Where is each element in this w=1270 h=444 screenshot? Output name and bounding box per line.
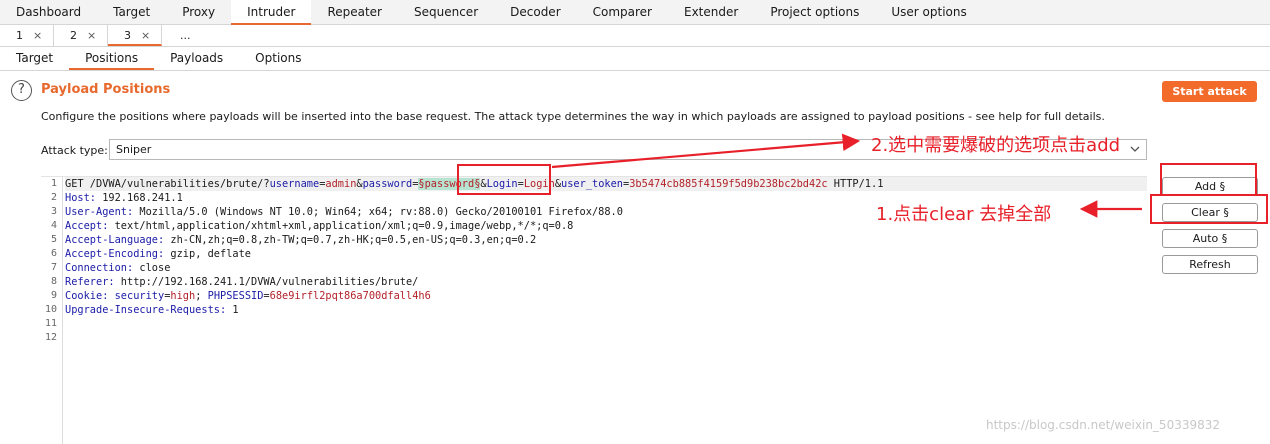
line-number: 12 — [44, 332, 57, 343]
line-number: 4 — [50, 220, 57, 231]
line-number: 5 — [50, 234, 57, 245]
tab-project-options[interactable]: Project options — [754, 0, 875, 25]
http-version: HTTP/1.1 — [827, 178, 884, 190]
header-name: Upgrade-Insecure-Requests: — [65, 304, 227, 316]
header-name: User-Agent: — [65, 206, 134, 218]
attack-type-label: Attack type: — [41, 144, 108, 157]
param-name: user_token — [561, 178, 624, 190]
header-value: Mozilla/5.0 (Windows NT 10.0; Win64; x64… — [133, 206, 623, 218]
close-icon[interactable]: × — [33, 29, 42, 42]
header-name: Accept-Language: — [65, 234, 165, 246]
line-number: 7 — [50, 262, 57, 273]
line-number: 3 — [50, 206, 57, 217]
empty-line — [65, 317, 1147, 331]
param-value: admin — [325, 178, 357, 190]
header-line: Accept-Encoding: gzip, deflate — [65, 247, 1147, 261]
header-line: Upgrade-Insecure-Requests: 1 — [65, 303, 1147, 317]
header-value: 192.168.241.1 — [96, 192, 183, 204]
param-name: password — [362, 178, 413, 190]
tab-repeater[interactable]: Repeater — [311, 0, 398, 25]
header-value: http://192.168.241.1/DVWA/vulnerabilitie… — [114, 276, 419, 288]
request-line: GET /DVWA/vulnerabilities/brute/?usernam… — [65, 177, 1147, 191]
attack-tab-3[interactable]: 3 × — [108, 25, 162, 46]
chevron-down-icon — [1130, 140, 1140, 166]
header-line: Connection: close — [65, 261, 1147, 275]
watermark: https://blog.csdn.net/weixin_50339832 — [986, 418, 1221, 432]
header-name: Connection: — [65, 262, 134, 274]
header-name: Cookie: — [65, 290, 109, 302]
clear-markers-button[interactable]: Clear § — [1162, 203, 1258, 222]
attack-tab-label: 1 — [16, 29, 23, 42]
empty-line — [65, 331, 1147, 345]
cookie-name: PHPSESSID — [207, 290, 264, 302]
annotation-step1: 1.点击clear 去掉全部 — [876, 204, 1052, 225]
attack-tab-1[interactable]: 1 × — [0, 25, 54, 46]
line-number: 11 — [44, 318, 57, 329]
param-name: Login — [486, 178, 518, 190]
line-number: 1 — [50, 178, 57, 189]
header-value: text/html,application/xhtml+xml,applicat… — [108, 220, 574, 232]
attack-tab-label: 3 — [124, 29, 131, 42]
tab-user-options[interactable]: User options — [875, 0, 982, 25]
header-name: Accept-Encoding: — [65, 248, 165, 260]
header-value: close — [133, 262, 171, 274]
header-value: 1 — [226, 304, 239, 316]
cookie-value: 68e9irfl2pqt86a700dfall4h6 — [269, 290, 431, 302]
attack-tab-bar: 1 × 2 × 3 × ... — [0, 25, 1270, 47]
header-value: gzip, deflate — [164, 248, 251, 260]
line-number: 10 — [44, 304, 57, 315]
tab-proxy[interactable]: Proxy — [166, 0, 231, 25]
tab-extender[interactable]: Extender — [668, 0, 754, 25]
tab-options[interactable]: Options — [239, 47, 317, 70]
line-number: 6 — [50, 248, 57, 259]
tab-sequencer[interactable]: Sequencer — [398, 0, 494, 25]
new-attack-tab[interactable]: ... — [162, 25, 212, 46]
header-name: Referer: — [65, 276, 115, 288]
header-line: Cookie: security=high; PHPSESSID=68e9irf… — [65, 289, 1147, 303]
annotation-step2: 2.选中需要爆破的选项点击add — [871, 135, 1121, 156]
header-line: Accept-Language: zh-CN,zh;q=0.8,zh-TW;q=… — [65, 233, 1147, 247]
tab-dashboard[interactable]: Dashboard — [0, 0, 97, 25]
header-name: Accept: — [65, 220, 109, 232]
cookie-name: security — [108, 290, 165, 302]
payload-position-marker[interactable]: §password§ — [418, 178, 481, 190]
start-attack-button[interactable]: Start attack — [1162, 81, 1257, 102]
attack-type-value: Sniper — [116, 143, 152, 156]
cookie-separator: ; — [195, 290, 208, 302]
tab-target[interactable]: Target — [97, 0, 166, 25]
line-number-gutter: 1 2 3 4 5 6 7 8 9 10 11 12 — [41, 177, 63, 444]
line-number: 8 — [50, 276, 57, 287]
request-line-start: GET /DVWA/vulnerabilities/brute/? — [65, 178, 270, 190]
header-value: zh-CN,zh;q=0.8,zh-TW;q=0.7,zh-HK;q=0.5,e… — [164, 234, 537, 246]
param-name: username — [269, 178, 320, 190]
tab-comparer[interactable]: Comparer — [577, 0, 668, 25]
auto-markers-button[interactable]: Auto § — [1162, 229, 1258, 248]
main-tab-bar: Dashboard Target Proxy Intruder Repeater… — [0, 0, 1270, 25]
attack-tab-2[interactable]: 2 × — [54, 25, 108, 46]
header-name: Host: — [65, 192, 96, 204]
tab-positions[interactable]: Positions — [69, 47, 155, 70]
tab-payloads[interactable]: Payloads — [154, 47, 239, 70]
add-marker-button[interactable]: Add § — [1162, 177, 1258, 196]
close-icon[interactable]: × — [87, 29, 96, 42]
param-value: 3b5474cb885f4159f5d9b238bc2bd42c — [629, 178, 828, 190]
param-value: Login — [523, 178, 555, 190]
panel-title: Payload Positions — [41, 82, 171, 97]
tab-decoder[interactable]: Decoder — [494, 0, 577, 25]
tab-intruder[interactable]: Intruder — [231, 0, 312, 25]
line-number: 9 — [50, 290, 57, 301]
tab-target-section[interactable]: Target — [0, 47, 69, 70]
close-icon[interactable]: × — [141, 29, 150, 42]
intruder-section-tabs: Target Positions Payloads Options — [0, 47, 1270, 71]
help-icon[interactable]: ? — [11, 80, 32, 101]
line-number: 2 — [50, 192, 57, 203]
panel-description: Configure the positions where payloads w… — [41, 110, 1105, 123]
cookie-value: high — [170, 290, 196, 302]
attack-tab-label: 2 — [70, 29, 77, 42]
refresh-button[interactable]: Refresh — [1162, 255, 1258, 274]
header-line: Referer: http://192.168.241.1/DVWA/vulne… — [65, 275, 1147, 289]
